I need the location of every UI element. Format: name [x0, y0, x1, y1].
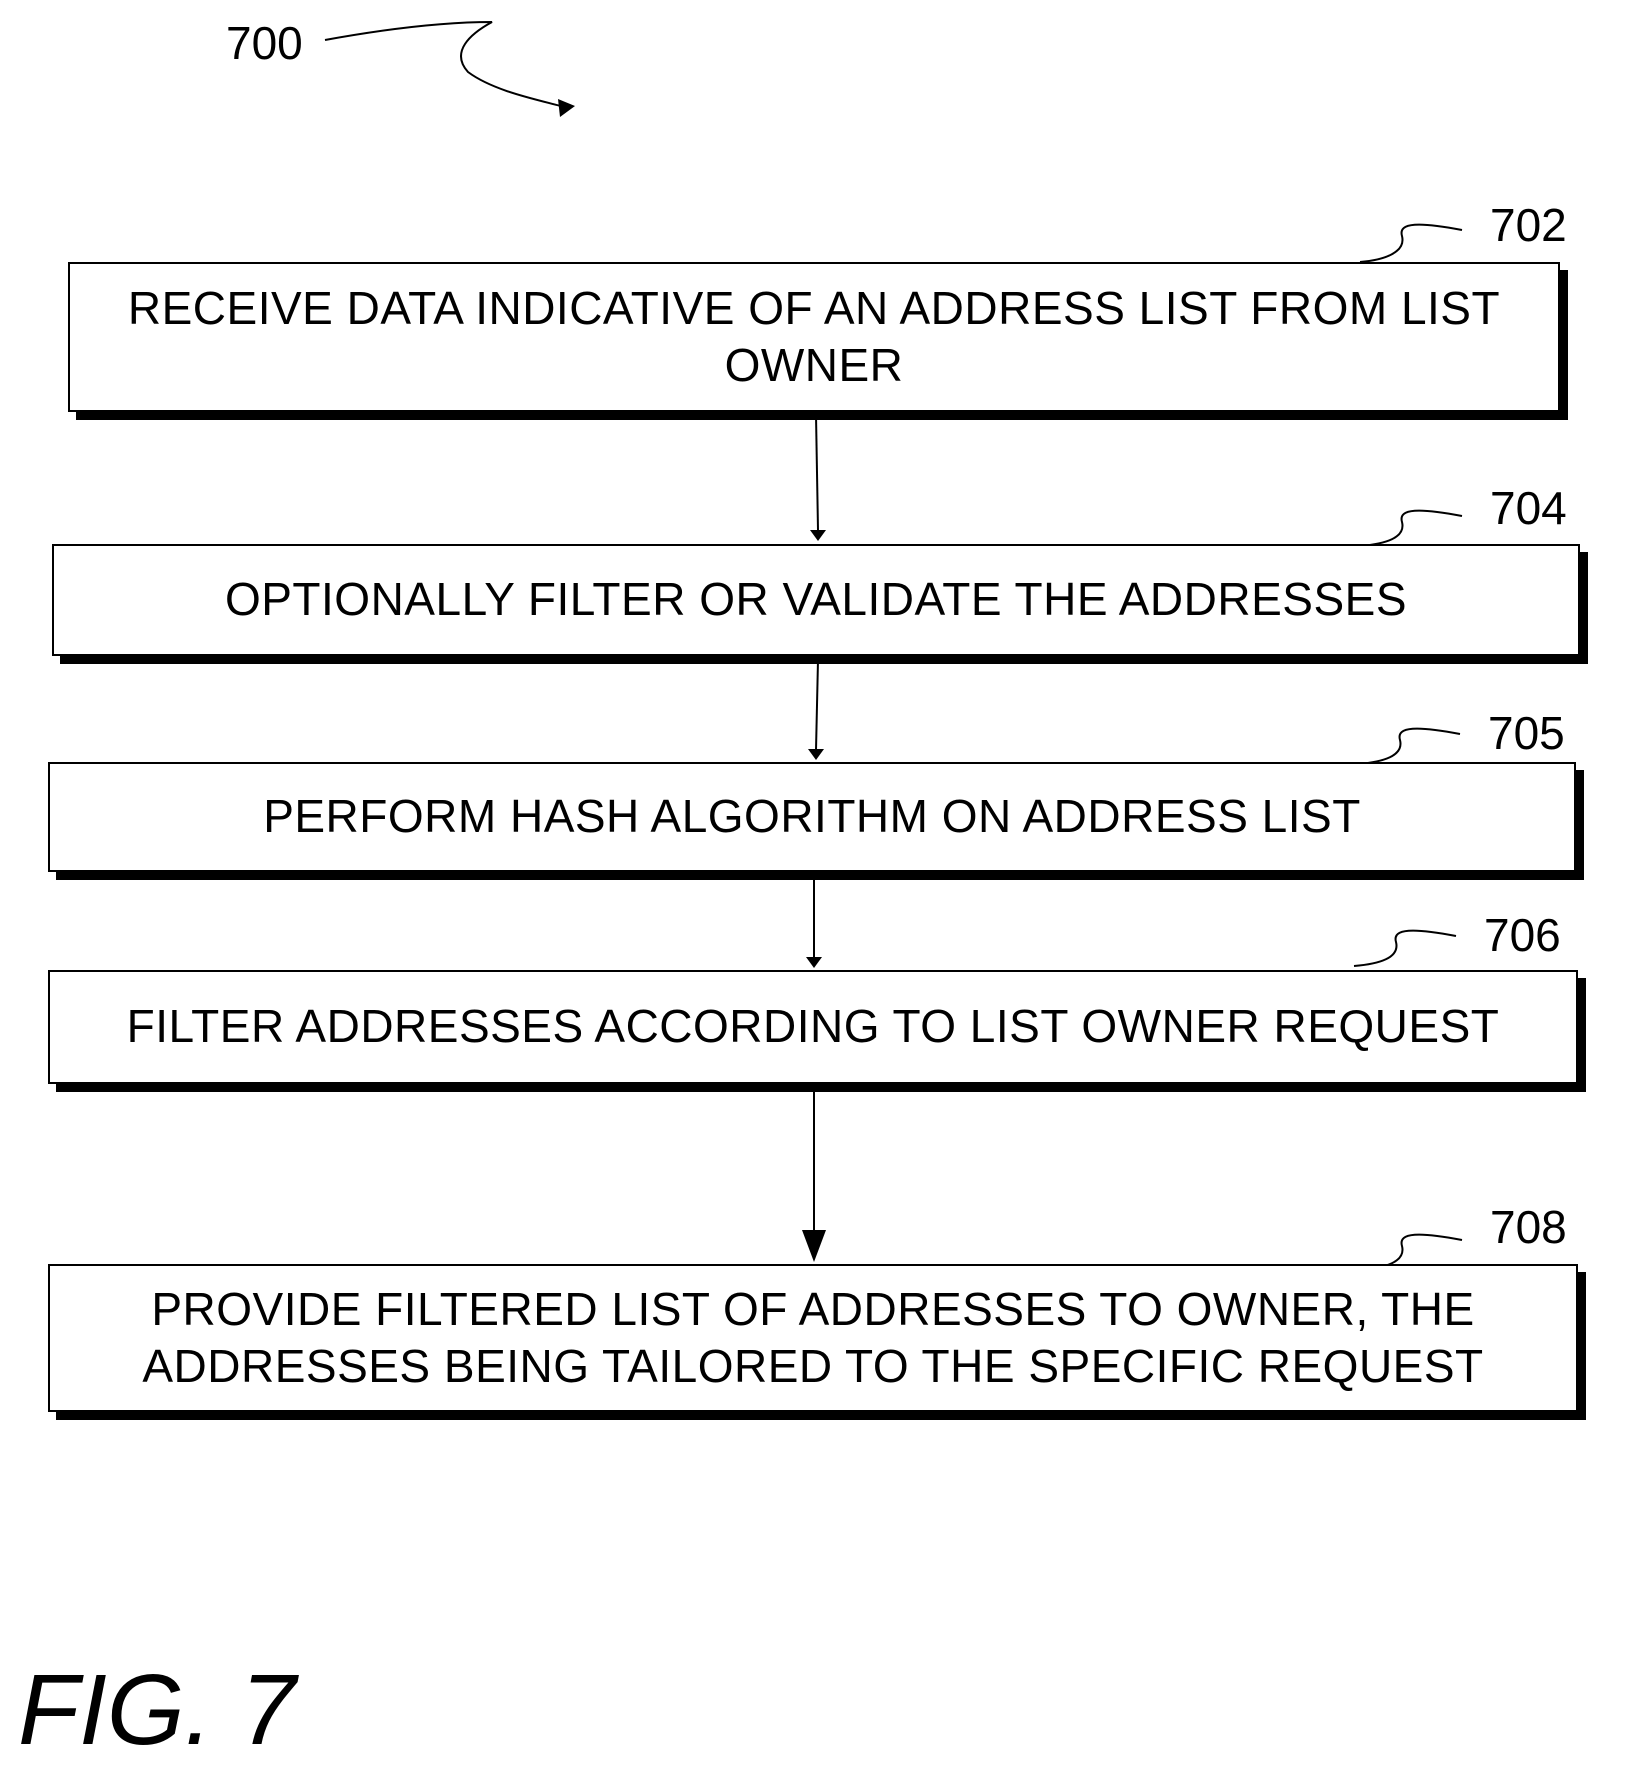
- step-box-704: OPTIONALLY FILTER OR VALIDATE THE ADDRES…: [52, 544, 1580, 656]
- figure-leader-arrow: [325, 22, 568, 108]
- flow-arrow-702-704: [816, 415, 818, 530]
- step-text-706: FILTER ADDRESSES ACCORDING TO LIST OWNER…: [127, 998, 1500, 1056]
- step-ref-706: 706: [1484, 912, 1561, 958]
- step-box-706: FILTER ADDRESSES ACCORDING TO LIST OWNER…: [48, 970, 1578, 1084]
- ref-leader-702: [1360, 225, 1462, 262]
- step-box-705: PERFORM HASH ALGORITHM ON ADDRESS LIST: [48, 762, 1576, 872]
- ref-leader-705: [1358, 729, 1460, 764]
- flow-arrowhead-702-704: [810, 530, 826, 541]
- step-box-708: PROVIDE FILTERED LIST OF ADDRESSES TO OW…: [48, 1264, 1578, 1412]
- step-ref-702: 702: [1490, 202, 1567, 248]
- step-ref-704: 704: [1490, 485, 1567, 531]
- step-ref-705: 705: [1488, 710, 1565, 756]
- ref-leader-704: [1360, 511, 1462, 546]
- figure-label: FIG. 7: [18, 1660, 296, 1760]
- step-box-702: RECEIVE DATA INDICATIVE OF AN ADDRESS LI…: [68, 262, 1560, 412]
- figure-leader-arrowhead: [558, 99, 575, 117]
- flow-arrowhead-705-706: [806, 957, 822, 968]
- ref-leader-706: [1354, 931, 1456, 966]
- figure-reference-number: 700: [226, 20, 303, 66]
- step-text-705: PERFORM HASH ALGORITHM ON ADDRESS LIST: [263, 788, 1361, 846]
- flow-arrowhead-706-708: [802, 1230, 826, 1262]
- flow-arrowhead-704-705: [808, 749, 824, 760]
- step-text-704: OPTIONALLY FILTER OR VALIDATE THE ADDRES…: [225, 571, 1407, 629]
- flow-arrow-704-705: [816, 660, 818, 750]
- step-ref-708: 708: [1490, 1204, 1567, 1250]
- step-text-708: PROVIDE FILTERED LIST OF ADDRESSES TO OW…: [142, 1281, 1483, 1396]
- step-text-702: RECEIVE DATA INDICATIVE OF AN ADDRESS LI…: [128, 280, 1500, 395]
